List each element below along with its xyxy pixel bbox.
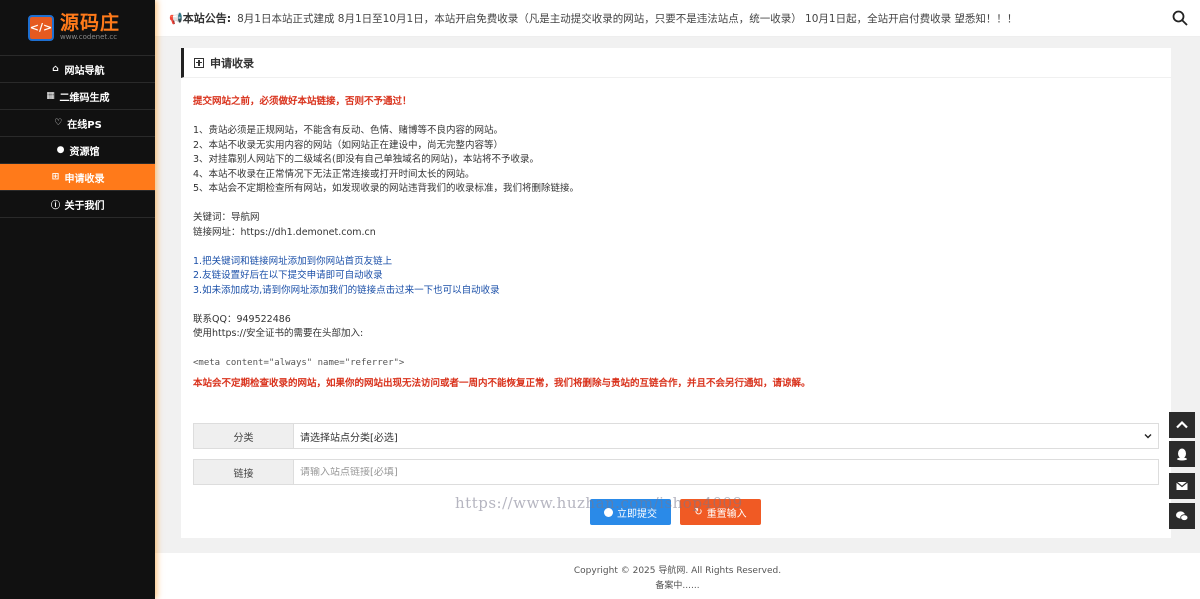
sidebar-item-5[interactable]: ⊞ 申请收录: [0, 164, 155, 191]
sidebar-item-label: 关于我们: [64, 200, 105, 212]
notice-text: 8月1日本站正式建成 8月1日至10月1日，本站开启免费收录（凡是主动提交收录的…: [237, 12, 1018, 25]
category-value: 请选择站点分类[必选]: [300, 432, 398, 444]
search-icon[interactable]: [1172, 10, 1188, 26]
watermark: https://www.huzhan.com/ishop4009: [455, 494, 743, 512]
logo-icon: </>: [28, 14, 54, 41]
notice-label: 📢本站公告:: [169, 12, 232, 25]
megaphone-icon: 📢: [169, 12, 183, 25]
footer: Copyright © 2025 导航网. All Rights Reserve…: [155, 553, 1200, 599]
wechat-button[interactable]: [1169, 503, 1195, 529]
envelope-icon: [1176, 481, 1188, 490]
panel-header: 申请收录: [181, 48, 1171, 78]
qq-button[interactable]: [1169, 441, 1195, 467]
logo[interactable]: </> 源码庄 www.codenet.cc: [0, 0, 155, 56]
rule-item: 1、贵站必须是正规网站，不能含有反动、色情、赌博等不良内容的网站。: [193, 125, 504, 136]
sidebar-item-4[interactable]: ● 资源馆: [0, 137, 155, 164]
plus-square-icon: ⊞: [51, 172, 60, 182]
sidebar-item-label: 申请收录: [64, 173, 105, 185]
info-icon: ⓘ: [50, 200, 60, 211]
link-input[interactable]: [300, 466, 1158, 478]
sidebar-item-label: 在线PS: [67, 119, 102, 131]
rule-item: 2、本站不收录无实用内容的网站（如网站正在建设中，尚无完整内容等）: [193, 139, 504, 151]
link-line: 链接网址：https://dh1.demonet.com.cn: [193, 226, 376, 238]
logo-subtitle: www.codenet.cc: [60, 33, 118, 41]
step-item: 3.如未添加成功,请到你网址添加我们的链接点击过来一下也可以自动收录: [193, 284, 500, 296]
rule-item: 5、本站会不定期检查所有网站，如发现收录的网站违背我们的收录标准，我们将删除链接…: [193, 183, 580, 194]
chevron-up-icon: [1176, 420, 1188, 429]
sidebar-item-label: 资源馆: [69, 146, 100, 158]
copyright: Copyright © 2025 导航网. All Rights Reserve…: [573, 566, 782, 576]
logo-title: 源码庄: [60, 12, 121, 34]
github-icon: ●: [56, 145, 65, 155]
topbar: 📢本站公告: 8月1日本站正式建成 8月1日至10月1日，本站开启免费收录（凡是…: [155, 0, 1200, 37]
link-field: [294, 460, 1158, 484]
qq-line: 联系QQ：949522486: [193, 313, 291, 325]
email-button[interactable]: [1169, 473, 1195, 499]
category-row: 分类 请选择站点分类[必选]: [193, 423, 1159, 449]
heart-icon: ♡: [54, 118, 63, 128]
qq-icon: [1177, 448, 1187, 461]
sidebar-item-label: 二维码生成: [59, 92, 110, 104]
sidebar-item-label: 网站导航: [64, 65, 105, 77]
wechat-icon: [1176, 511, 1189, 521]
back-to-top-button[interactable]: [1169, 412, 1195, 438]
warning-bottom: 本站会不定期检查收录的网站，如果你的网站出现无法访问或者一周内不能恢复正常，我们…: [193, 377, 811, 389]
panel-content: 提交网站之前，必须做好本站链接，否则不予通过！ 1、贵站必须是正规网站，不能含有…: [181, 78, 1171, 391]
meta-code: <meta content="always" name="referrer">: [193, 358, 405, 368]
https-line: 使用https://安全证书的需要在头部加入:: [193, 328, 364, 339]
link-label: 链接: [194, 460, 294, 484]
rule-item: 3、对挂靠别人网站下的二级域名(即没有自己单独域名的网站)，本站将不予收录。: [193, 154, 539, 165]
sidebar-item-2[interactable]: ▦ 二维码生成: [0, 83, 155, 110]
step-item: 2.友链设置好后在以下提交申请即可自动收录: [193, 270, 383, 281]
step-item: 1.把关键词和链接网址添加到你网站首页友链上: [193, 255, 393, 267]
chevron-down-icon: [1144, 434, 1152, 439]
link-row: 链接: [193, 459, 1159, 485]
qrcode-icon: ▦: [46, 91, 55, 101]
panel-title: 申请收录: [210, 56, 254, 70]
category-select[interactable]: 请选择站点分类[必选]: [294, 424, 1158, 448]
sidebar-item-3[interactable]: ♡ 在线PS: [0, 110, 155, 137]
apply-panel: 申请收录 提交网站之前，必须做好本站链接，否则不予通过！ 1、贵站必须是正规网站…: [181, 48, 1171, 538]
rule-item: 4、本站不收录在正常情况下无法正常连接或打开时间太长的网站。: [193, 168, 475, 180]
sidebar-item-1[interactable]: ⌂ 网站导航: [0, 56, 155, 83]
category-label: 分类: [194, 424, 294, 448]
plus-square-icon: [194, 57, 204, 68]
warning-top: 提交网站之前，必须做好本站链接，否则不予通过！: [193, 96, 412, 107]
sidebar: </> 源码庄 www.codenet.cc ⌂ 网站导航 ▦ 二维码生成 ♡ 在线PS ●…: [0, 0, 155, 599]
home-icon: ⌂: [52, 64, 59, 74]
keyword-line: 关键词：导航网: [193, 212, 260, 223]
icp-line: 备案中......: [655, 581, 700, 591]
sidebar-item-6[interactable]: ⓘ 关于我们: [0, 191, 155, 218]
